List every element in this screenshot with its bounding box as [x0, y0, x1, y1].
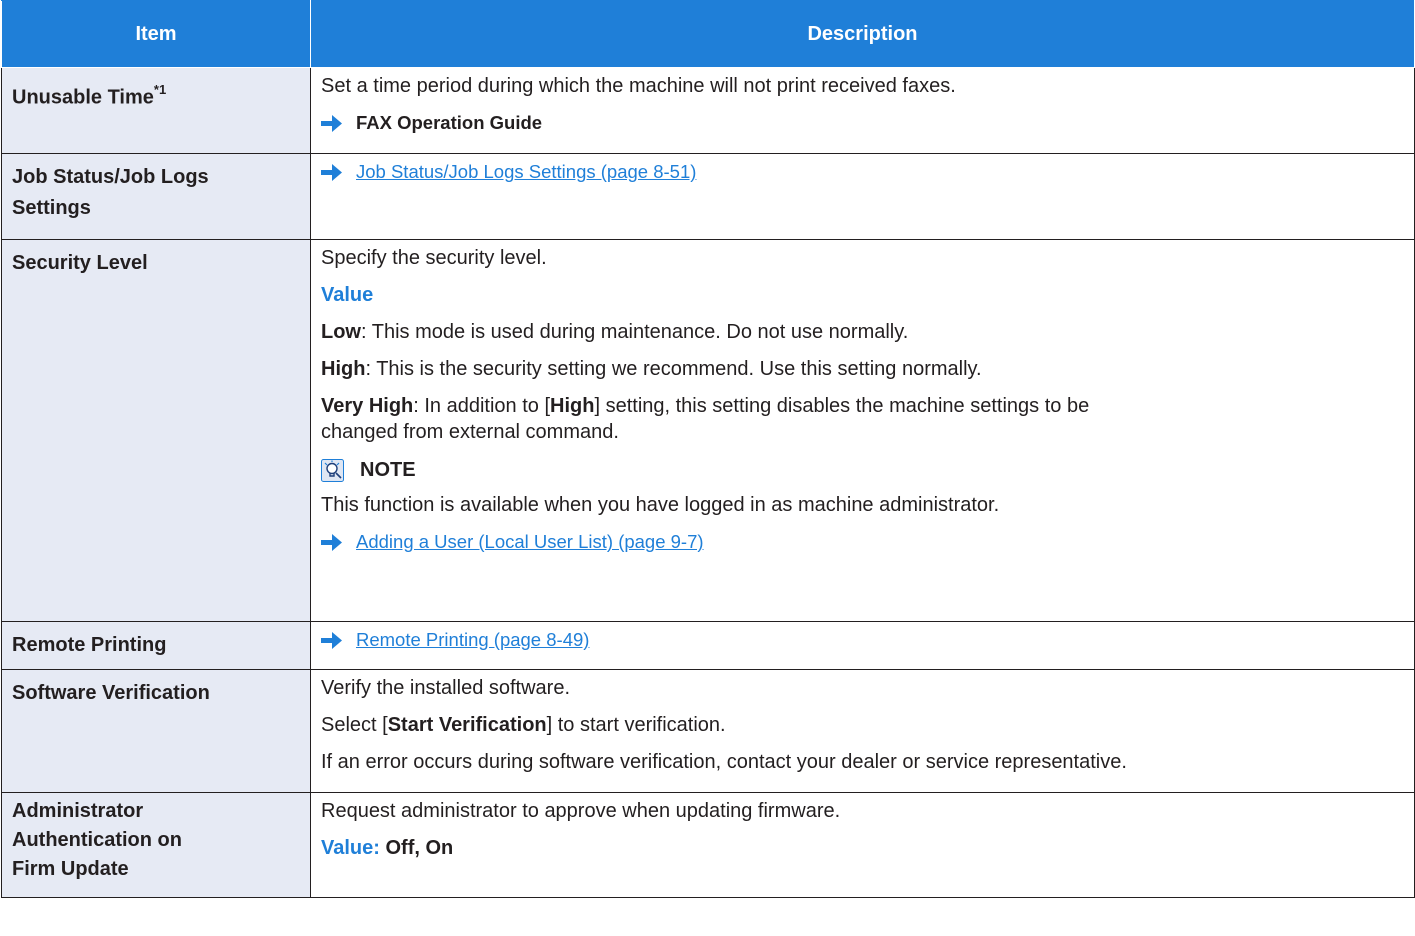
item-label: Remote Printing: [12, 634, 167, 656]
note-title: NOTE: [360, 459, 416, 481]
description-text: Specify the security level.: [321, 247, 547, 269]
value-heading: Value: [321, 284, 374, 306]
adding-user-link[interactable]: Adding a User (Local User List) (page 9-…: [356, 529, 704, 555]
reference: Adding a User (Local User List) (page 9-…: [321, 529, 1405, 555]
description-cell: Remote Printing (page 8-49): [310, 621, 1415, 670]
arrow-right-icon: [321, 163, 342, 181]
job-status-link[interactable]: Job Status/Job Logs Settings (page 8-51): [356, 159, 696, 185]
column-header-item: Item: [1, 0, 311, 68]
description-cell: Request administrator to approve when up…: [310, 792, 1415, 898]
value-line: Value: Off, On: [321, 835, 1405, 861]
note-header: NOTE: [321, 457, 1405, 483]
remote-printing-link[interactable]: Remote Printing (page 8-49): [356, 627, 589, 653]
table-row: Software Verification Verify the install…: [1, 669, 1415, 793]
start-verification-label: Start Verification: [387, 714, 547, 736]
reference: Remote Printing (page 8-49): [321, 627, 1405, 653]
description-text: If an error occurs during software verif…: [321, 751, 1127, 773]
arrow-right-icon: [321, 631, 342, 649]
column-header-description: Description: [310, 0, 1415, 68]
value-very-high: Very High: In addition to [High] setting…: [321, 393, 1405, 445]
table-row: Security Level Specify the security leve…: [1, 239, 1415, 622]
item-label-line: Authentication on: [12, 829, 182, 851]
value-label: Very High: [321, 395, 414, 417]
item-cell: Software Verification: [1, 669, 311, 793]
description-text: Verify the installed software.: [321, 677, 571, 699]
value-text: : In addition to [: [413, 395, 551, 417]
footnote-marker: *1: [153, 82, 167, 97]
item-cell: Administrator Authentication on Firm Upd…: [1, 792, 311, 898]
description-cell: Job Status/Job Logs Settings (page 8-51): [310, 153, 1415, 240]
description-text: Select [Start Verification] to start ver…: [321, 712, 1405, 738]
item-label-line: Job Status/Job Logs: [12, 166, 209, 188]
reference-text: FAX Operation Guide: [356, 112, 543, 133]
value-label: Low: [321, 321, 361, 343]
item-label-line: Settings: [12, 197, 91, 219]
item-cell: Remote Printing: [1, 621, 311, 670]
item-label-line: Firm Update: [12, 858, 129, 880]
description-cell: Specify the security level. Value Low: T…: [310, 239, 1415, 622]
arrow-right-icon: [321, 114, 342, 132]
value-label: High: [321, 358, 366, 380]
lightbulb-icon: [321, 458, 344, 482]
value-label: Value:: [321, 837, 386, 859]
value-text: ] setting, this setting disables the mac…: [594, 395, 1090, 417]
value-text: : This mode is used during maintenance. …: [361, 321, 909, 343]
reference: FAX Operation Guide: [321, 110, 1405, 136]
value-text: Off, On: [385, 837, 454, 859]
item-label: Unusable Time: [12, 86, 154, 109]
table-row: Administrator Authentication on Firm Upd…: [1, 792, 1415, 898]
text-fragment: Select [: [321, 714, 388, 736]
value-inner-label: High: [550, 395, 595, 417]
table-row: Remote Printing Remote Printing (page 8-…: [1, 621, 1415, 670]
reference: Job Status/Job Logs Settings (page 8-51): [321, 159, 1405, 185]
item-cell: Unusable Time*1: [1, 67, 311, 154]
table-row: Job Status/Job Logs Settings Job Status/…: [1, 153, 1415, 240]
table-header-row: Item Description: [1, 0, 1415, 68]
item-cell: Job Status/Job Logs Settings: [1, 153, 311, 240]
value-text: changed from external command.: [321, 421, 619, 443]
description-text: Set a time period during which the machi…: [321, 75, 956, 97]
description-cell: Verify the installed software. Select [S…: [310, 669, 1415, 793]
value-text: : This is the security setting we recomm…: [365, 358, 982, 380]
item-cell: Security Level: [1, 239, 311, 622]
arrow-right-icon: [321, 533, 342, 551]
text-fragment: ] to start verification.: [546, 714, 726, 736]
settings-table: Item Description Unusable Time*1 Set a t…: [1, 0, 1415, 898]
value-low: Low: This mode is used during maintenanc…: [321, 319, 1405, 345]
value-high: High: This is the security setting we re…: [321, 356, 1405, 382]
note-text: This function is available when you have…: [321, 494, 1000, 516]
item-label: Software Verification: [12, 682, 210, 704]
description-text: Request administrator to approve when up…: [321, 800, 841, 822]
item-label: Security Level: [12, 252, 148, 274]
description-cell: Set a time period during which the machi…: [310, 67, 1415, 154]
table-row: Unusable Time*1 Set a time period during…: [1, 67, 1415, 154]
item-label-line: Administrator: [12, 800, 144, 822]
